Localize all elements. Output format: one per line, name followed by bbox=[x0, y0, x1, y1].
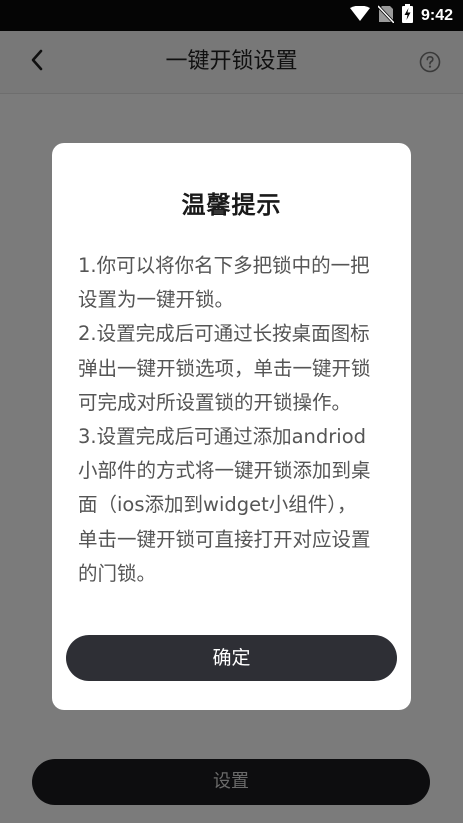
status-time: 9:42 bbox=[420, 6, 453, 24]
dialog-text-line: 3.设置完成后可通过添加andriod bbox=[78, 425, 367, 449]
status-icons: 9:42 bbox=[349, 4, 453, 27]
wifi-icon bbox=[349, 5, 370, 26]
battery-charging-icon bbox=[401, 4, 413, 27]
dialog-text-line: 设置为一键开锁。 bbox=[78, 288, 235, 312]
dialog-text-line: 2.设置完成后可通过长按桌面图标 bbox=[78, 322, 370, 346]
dialog-text-line: 1.你可以将你名下多把锁中的一把 bbox=[78, 254, 370, 277]
dialog-text-line: 弹出一键开锁选项，单击一键开锁 bbox=[78, 356, 371, 380]
dialog-body: 1.你可以将你名下多把锁中的一把 设置为一键开锁。 2.设置完成后可通过长按桌面… bbox=[78, 249, 393, 591]
chevron-left-icon bbox=[30, 49, 44, 75]
dialog-text-line: 小部件的方式将一键开锁添加到桌 bbox=[78, 459, 371, 483]
help-button[interactable] bbox=[419, 51, 441, 73]
no-sim-icon bbox=[376, 4, 396, 27]
dialog-text-line: 可完成对所设置锁的开锁操作。 bbox=[78, 390, 352, 414]
status-bar: 9:42 bbox=[0, 0, 463, 31]
dialog-title: 温馨提示 bbox=[181, 191, 282, 219]
dialog-text-line: 面（ios添加到widget小组件）， bbox=[78, 493, 357, 517]
confirm-button[interactable]: 确定 bbox=[66, 635, 397, 681]
dialog-text-line: 单击一键开锁可直接打开对应设置 bbox=[78, 527, 371, 551]
tips-dialog: 温馨提示 1.你可以将你名下多把锁中的一把 设置为一键开锁。 2.设置完成后可通… bbox=[52, 143, 411, 710]
help-circle-icon bbox=[419, 51, 441, 77]
setup-button[interactable]: 设置 bbox=[32, 759, 430, 805]
dialog-text-line: 的门锁。 bbox=[78, 561, 157, 585]
page-title: 一键开锁设置 bbox=[165, 49, 298, 74]
app-bar: 一键开锁设置 bbox=[0, 31, 463, 94]
back-button[interactable] bbox=[22, 47, 52, 77]
